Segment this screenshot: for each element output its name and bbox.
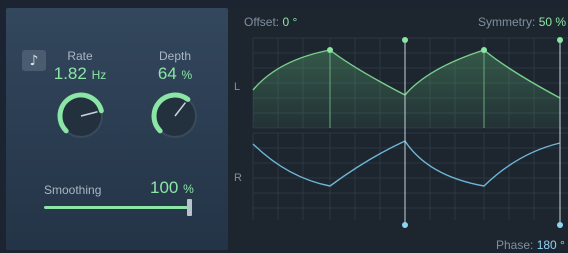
tremolo-plugin: ♪ Rate 1.82 Hz Depth 64 % Smoothing 100 … (0, 0, 568, 253)
rate-knob[interactable] (55, 90, 107, 142)
depth-label: Depth (158, 49, 192, 63)
rate-unit: Hz (91, 68, 107, 82)
phase-handle-1[interactable] (402, 222, 408, 228)
depth-knob-graphic (151, 92, 197, 138)
symmetry-handle-1[interactable] (402, 37, 408, 43)
left-channel-fill (253, 50, 560, 128)
rate-value: 1.82 (53, 64, 87, 83)
smoothing-value-display: 100 % (150, 178, 194, 198)
rate-knob-graphic (57, 92, 104, 138)
smoothing-unit: % (183, 182, 194, 196)
depth-value-display: 64 % (130, 64, 220, 84)
left-peak-handle-2[interactable] (481, 47, 487, 53)
left-peak-handle-1[interactable] (327, 47, 333, 53)
depth-unit: % (181, 68, 193, 82)
smoothing-value: 100 (150, 178, 179, 197)
controls-panel: ♪ Rate 1.82 Hz Depth 64 % Smoothing 100 … (6, 8, 228, 250)
symmetry-handle-2[interactable] (557, 37, 563, 43)
rate-label: Rate (67, 49, 93, 63)
smoothing-label: Smoothing (44, 183, 102, 197)
smoothing-slider[interactable] (44, 206, 190, 209)
smoothing-slider-handle[interactable] (187, 199, 192, 216)
lfo-waveform-graph (252, 37, 568, 228)
phase-handle-2[interactable] (557, 222, 563, 228)
waveform-display: Offset: 0 ° Symmetry: 50 % Phase: 180 ° … (228, 8, 568, 252)
depth-value: 64 (157, 64, 177, 83)
depth-knob[interactable] (149, 90, 201, 142)
rate-value-display: 1.82 Hz (35, 64, 125, 84)
